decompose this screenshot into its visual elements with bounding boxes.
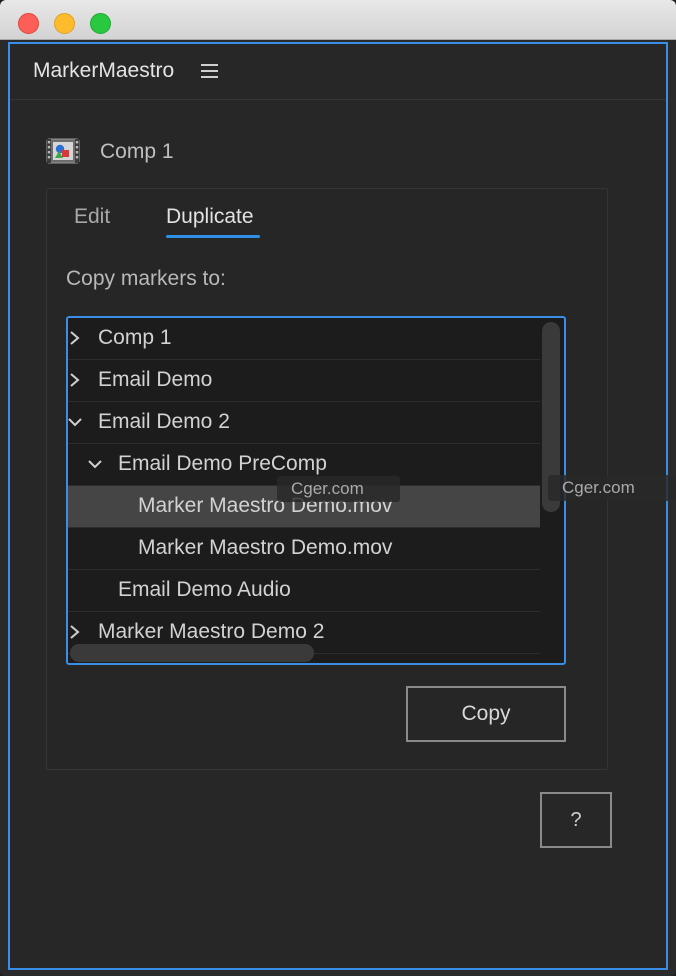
window-titlebar [0,0,676,40]
tree-row[interactable]: Email Demo Audio [68,570,540,612]
watermark: Cger.com [548,475,676,501]
tree-row-label: Marker Maestro Demo 2 [98,620,325,643]
tree-row-label: Email Demo PreComp [118,452,327,475]
tree-row-label: Marker Maestro Demo.mov [138,536,393,559]
tree-row-label: Email Demo 2 [98,410,230,433]
app-window: MarkerMaestro Comp 1 Edit Duplicate Copy… [0,0,676,976]
chevron-right-icon[interactable] [68,370,82,390]
tab-duplicate[interactable]: Duplicate [166,205,254,229]
marker-maestro-panel: MarkerMaestro Comp 1 Edit Duplicate Copy… [8,42,668,970]
close-window-button[interactable] [18,13,39,34]
tree-row-label: Comp 1 [98,326,172,349]
panel-header: MarkerMaestro [10,44,666,100]
tree-horizontal-scrollbar[interactable] [70,644,314,662]
composition-name: Comp 1 [100,140,174,163]
tree-row[interactable]: Marker Maestro Demo.mov [68,528,540,570]
copy-button[interactable]: Copy [406,686,566,742]
tree-row[interactable]: Email Demo [68,360,540,402]
copy-markers-label: Copy markers to: [66,267,226,290]
active-tab-indicator [166,235,260,238]
chevron-down-icon[interactable] [88,454,102,474]
watermark: Cger.com [277,476,400,502]
tree-row-label: Email Demo [98,368,213,391]
tab-edit[interactable]: Edit [74,205,110,229]
chevron-right-icon[interactable] [68,328,82,348]
chevron-down-icon[interactable] [68,412,82,432]
chevron-right-icon[interactable] [68,622,82,642]
tree-row[interactable]: Email Demo 2 [68,402,540,444]
tree-row[interactable]: Comp 1 [68,318,540,360]
hamburger-menu-icon[interactable] [201,64,218,78]
composition-icon [46,138,80,164]
zoom-window-button[interactable] [90,13,111,34]
tree-row-label: Email Demo Audio [118,578,291,601]
help-button[interactable]: ? [540,792,612,848]
panel-title: MarkerMaestro [33,59,175,82]
minimize-window-button[interactable] [54,13,75,34]
